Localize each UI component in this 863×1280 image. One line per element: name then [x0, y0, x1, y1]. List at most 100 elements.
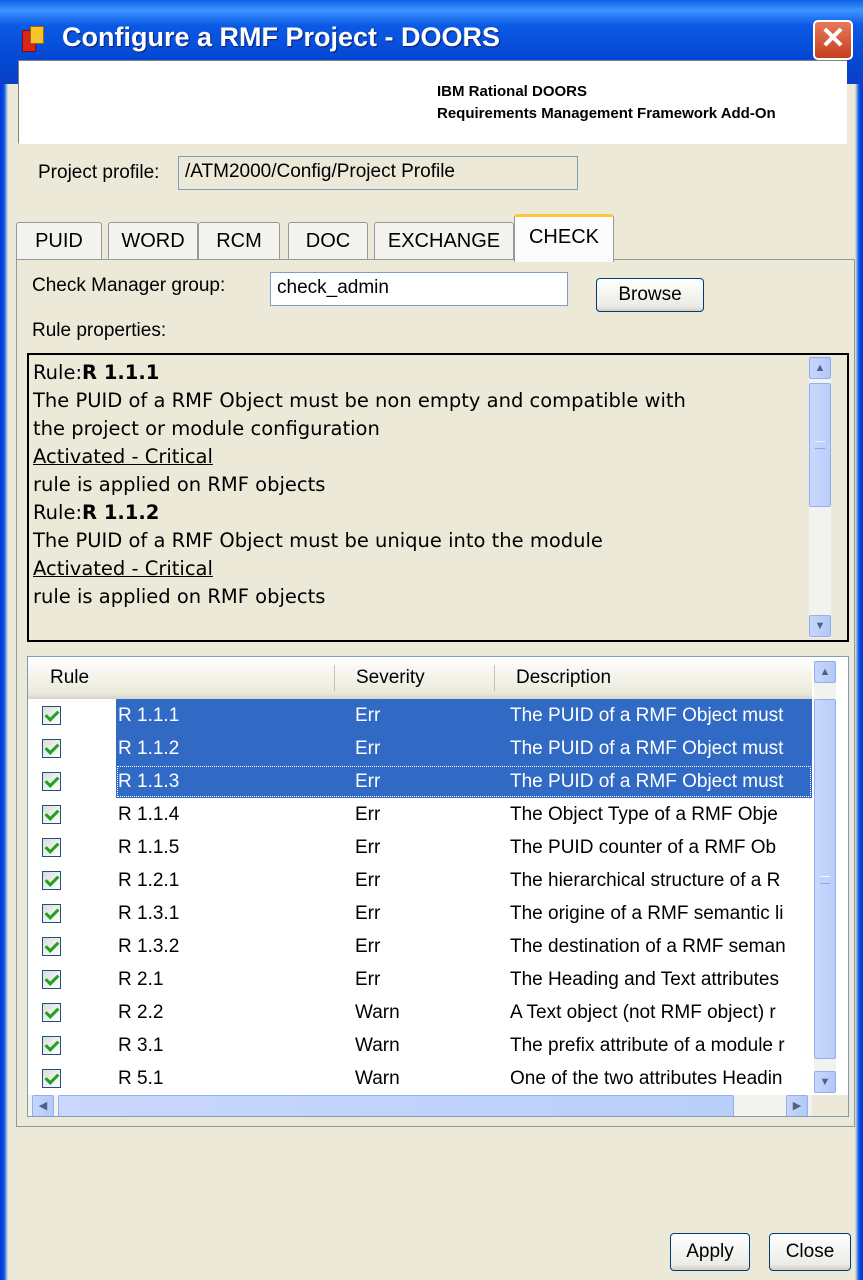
rule-enabled-checkbox[interactable]	[42, 706, 61, 725]
cell-rule: R 1.2.1	[118, 870, 180, 891]
cell-severity: Warn	[355, 1068, 400, 1089]
cell-description: The PUID of a RMF Object must	[510, 705, 784, 726]
banner-product-subtitle: Requirements Management Framework Add-On	[437, 105, 776, 122]
rule-enabled-checkbox[interactable]	[42, 970, 61, 989]
table-row[interactable]: R 2.1 Err The Heading and Text attributes	[28, 963, 812, 996]
rule-enabled-checkbox[interactable]	[42, 805, 61, 824]
cell-severity: Err	[355, 903, 381, 924]
cell-description: The PUID counter of a RMF Ob	[510, 837, 777, 858]
cell-description: The Object Type of a RMF Obje	[510, 804, 778, 825]
column-header-description[interactable]: Description	[494, 657, 812, 699]
list-vertical-scrollbar[interactable]: ▲ ▼	[814, 661, 836, 1093]
banner-product-name: IBM Rational DOORS	[437, 83, 588, 100]
cell-rule: R 1.1.3	[118, 771, 180, 792]
tab-check[interactable]: CHECK	[514, 214, 614, 262]
close-button[interactable]: Close	[769, 1233, 851, 1271]
browse-button[interactable]: Browse	[596, 278, 704, 312]
apply-button[interactable]: Apply	[670, 1233, 750, 1271]
rule-enabled-checkbox[interactable]	[42, 739, 61, 758]
rule-enabled-checkbox[interactable]	[42, 838, 61, 857]
cell-severity: Err	[355, 936, 381, 957]
cell-rule: R 1.1.1	[118, 705, 180, 726]
product-banner: IBM Rational DOORS Requirements Manageme…	[18, 60, 847, 144]
scroll-thumb[interactable]	[809, 383, 831, 507]
close-icon: ✕	[820, 22, 846, 55]
close-window-button[interactable]: ✕	[813, 20, 853, 60]
list-horizontal-scrollbar[interactable]: ◀ ▶	[28, 1095, 812, 1116]
project-profile-field[interactable]: /ATM2000/Config/Project Profile	[178, 156, 578, 190]
cell-severity: Warn	[355, 1035, 400, 1056]
rule-status-link[interactable]: Activated - Critical	[33, 443, 811, 471]
rule-applied-text: rule is applied on RMF objects	[33, 585, 326, 608]
cell-description: The prefix attribute of a module r	[510, 1035, 785, 1056]
rule-heading: Rule:R 1.1.2	[33, 501, 160, 524]
check-manager-group-input[interactable]: check_admin	[270, 272, 568, 306]
table-row[interactable]: R 1.2.1 Err The hierarchical structure of …	[28, 864, 812, 897]
rule-description: The PUID of a RMF Object must be unique …	[33, 529, 603, 552]
cell-rule: R 2.2	[118, 1002, 164, 1023]
rule-status-link[interactable]: Activated - Critical	[33, 555, 811, 583]
table-row[interactable]: R 1.3.1 Err The origine of a RMF semantic …	[28, 897, 812, 930]
rule-enabled-checkbox[interactable]	[42, 937, 61, 956]
scroll-left-arrow-icon[interactable]: ◀	[32, 1095, 54, 1116]
rules-list-view[interactable]: Rule Severity Description R 1.1.1 Err The …	[27, 656, 849, 1117]
tab-exchange[interactable]: EXCHANGE	[374, 222, 514, 260]
rule-properties-label: Rule properties:	[32, 320, 167, 341]
cell-description: The PUID of a RMF Object must	[510, 771, 784, 792]
table-row[interactable]: R 1.1.2 Err The PUID of a RMF Object must	[28, 732, 812, 765]
cell-rule: R 2.1	[118, 969, 164, 990]
cell-rule: R 1.1.2	[118, 738, 180, 759]
tab-puid[interactable]: PUID	[16, 222, 102, 260]
scroll-thumb-horizontal[interactable]	[58, 1095, 734, 1116]
tab-rcm[interactable]: RCM	[198, 222, 280, 260]
rule-properties-view[interactable]: Rule:R 1.1.1 The PUID of a RMF Object mu…	[27, 353, 849, 642]
cell-rule: R 3.1	[118, 1035, 164, 1056]
cell-rule: R 1.3.2	[118, 936, 180, 957]
project-profile-label: Project profile:	[38, 162, 160, 183]
rule-enabled-checkbox[interactable]	[42, 1069, 61, 1088]
scroll-down-arrow-icon[interactable]: ▼	[814, 1071, 836, 1093]
rule-enabled-checkbox[interactable]	[42, 904, 61, 923]
rule-enabled-checkbox[interactable]	[42, 772, 61, 791]
cell-rule: R 5.1	[118, 1068, 164, 1089]
scrollbar-corner	[812, 1095, 848, 1116]
window-title: Configure a RMF Project - DOORS	[62, 22, 501, 52]
cell-description: One of the two attributes Headin	[510, 1068, 783, 1089]
table-row[interactable]: R 1.1.5 Err The PUID counter of a RMF Ob	[28, 831, 812, 864]
table-row[interactable]: R 1.1.4 Err The Object Type of a RMF Obje	[28, 798, 812, 831]
tab-word[interactable]: WORD	[108, 222, 198, 260]
scroll-up-arrow-icon[interactable]: ▲	[814, 661, 836, 683]
table-row[interactable]: R 1.3.2 Err The destination of a RMF seman	[28, 930, 812, 963]
table-row[interactable]: R 1.1.3 Err The PUID of a RMF Object must	[28, 765, 812, 798]
cell-description: The destination of a RMF seman	[510, 936, 786, 957]
table-row[interactable]: R 5.1 Warn One of the two attributes Headi…	[28, 1062, 812, 1095]
cell-severity: Err	[355, 804, 381, 825]
table-row[interactable]: R 3.1 Warn The prefix attribute of a modul…	[28, 1029, 812, 1062]
scroll-right-arrow-icon[interactable]: ▶	[786, 1095, 808, 1116]
cell-description: The PUID of a RMF Object must	[510, 738, 784, 759]
cell-description: The origine of a RMF semantic li	[510, 903, 784, 924]
cell-severity: Err	[355, 969, 381, 990]
rule-enabled-checkbox[interactable]	[42, 1003, 61, 1022]
table-row[interactable]: R 1.1.1 Err The PUID of a RMF Object must	[28, 699, 812, 732]
column-header-severity[interactable]: Severity	[334, 657, 494, 699]
column-header-rule[interactable]: Rule	[28, 657, 334, 699]
list-header: Rule Severity Description	[28, 657, 812, 699]
table-row[interactable]: R 2.2 Warn A Text object (not RMF object) …	[28, 996, 812, 1029]
rule-properties-scrollbar[interactable]: ▲ ▼	[809, 357, 831, 638]
scroll-thumb[interactable]	[814, 699, 836, 1059]
scroll-down-arrow-icon[interactable]: ▼	[809, 615, 831, 637]
cell-description: A Text object (not RMF object) r	[510, 1002, 776, 1023]
rule-enabled-checkbox[interactable]	[42, 871, 61, 890]
rule-description-cont: the project or module configuration	[33, 417, 380, 440]
cell-severity: Warn	[355, 1002, 400, 1023]
rule-enabled-checkbox[interactable]	[42, 1036, 61, 1055]
scroll-up-arrow-icon[interactable]: ▲	[809, 357, 831, 379]
rule-properties-text: Rule:R 1.1.1 The PUID of a RMF Object mu…	[33, 359, 811, 611]
rule-heading: Rule:R 1.1.1	[33, 361, 160, 384]
rule-description: The PUID of a RMF Object must be non emp…	[33, 389, 686, 412]
tab-doc[interactable]: DOC	[288, 222, 368, 260]
rule-applied-text: rule is applied on RMF objects	[33, 473, 326, 496]
cell-severity: Err	[355, 705, 381, 726]
cell-rule: R 1.1.4	[118, 804, 180, 825]
